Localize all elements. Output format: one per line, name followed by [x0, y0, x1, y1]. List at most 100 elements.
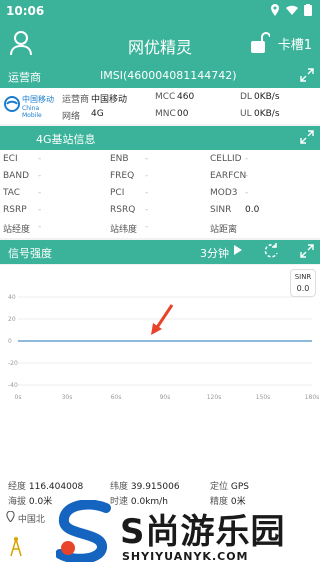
- signal-section-header: 信号强度 3分钟: [0, 240, 320, 264]
- map-pin-icon: [6, 510, 15, 525]
- mnc-key: MNC: [155, 109, 176, 119]
- lte-field-value: 0.0: [245, 205, 260, 215]
- lte-field-value: -: [245, 188, 249, 198]
- x-tick-label: 150s: [256, 394, 271, 401]
- brand-name-cn: 中国移动: [22, 95, 54, 104]
- lte-field-key: 站距离: [210, 225, 238, 235]
- lte-field-key: RSRQ: [110, 205, 136, 215]
- operator-header-label: 运营商: [8, 71, 41, 84]
- play-icon[interactable]: [233, 244, 243, 259]
- lte-field-value: -: [145, 205, 149, 215]
- mnc-value: 00: [177, 109, 189, 119]
- battery-icon: [304, 4, 312, 19]
- lte-field-value: -: [38, 205, 42, 215]
- signal-tower-icon: [8, 535, 24, 561]
- signal-chart: 40 20 0 -20 -40 0s 30s 60s 90s 120s 150s 180s SINR …: [0, 265, 320, 475]
- lat-value: 39.915006: [130, 482, 180, 492]
- signal-header-label: 信号强度: [8, 247, 52, 260]
- red-arrow-annotation: [151, 304, 174, 335]
- brand-name-en: China Mobile: [22, 105, 42, 119]
- watermark-logo-icon: [56, 500, 111, 562]
- app-title: 网优精灵: [127, 38, 192, 57]
- expand-icon[interactable]: [300, 68, 314, 85]
- network-value: 4G: [91, 109, 104, 119]
- duration-selector[interactable]: 3分钟: [200, 245, 229, 261]
- expand-icon[interactable]: [300, 244, 314, 261]
- location-icon: [270, 4, 280, 19]
- lte-field-value: -: [245, 171, 249, 181]
- y-tick-label: 40: [8, 294, 16, 301]
- mcc-key: MCC: [155, 92, 176, 102]
- lte-field-key: ENB: [110, 154, 129, 164]
- lte-field-key: TAC: [3, 188, 21, 198]
- sim-slot-selector[interactable]: 卡槽1: [278, 34, 312, 53]
- operator-panel: 中国移动 China Mobile 运营商 中国移动 网络 4G MCC 460…: [0, 88, 320, 124]
- app-bar: 网优精灵 卡槽1: [0, 24, 320, 64]
- x-tick-label: 60s: [111, 394, 122, 401]
- refresh-icon[interactable]: [262, 242, 280, 263]
- alt-key: 海拔: [8, 497, 27, 507]
- lte-panel: ECI - ENB - CELLID - BAND - FREQ - EARFCN - TAC - PCI -…: [0, 150, 320, 238]
- operator-key: 运营商: [62, 95, 90, 105]
- dl-value: 0KB/s: [254, 92, 280, 102]
- x-tick-label: 180s: [305, 394, 320, 401]
- sinr-legend: SINR 0.0: [290, 269, 316, 297]
- operator-section-header: 运营商 IMSI(460004081144742): [0, 64, 320, 88]
- lte-field-value: -: [145, 171, 149, 181]
- lte-field-key: PCI: [110, 188, 125, 198]
- lte-field-value: -: [38, 188, 42, 198]
- lte-field-value: -: [38, 154, 42, 164]
- sinr-legend-value: 0.0: [296, 284, 310, 293]
- x-tick-label: 0s: [15, 394, 22, 401]
- lte-field-key: EARFCN: [210, 171, 247, 181]
- x-tick-label: 120s: [207, 394, 222, 401]
- lte-field-value: -: [145, 222, 149, 232]
- lte-field-value: -: [38, 171, 42, 181]
- y-tick-label: 0: [8, 338, 12, 345]
- x-tick-label: 30s: [62, 394, 73, 401]
- status-time: 10:06: [6, 4, 45, 18]
- lte-field-key: CELLID: [210, 154, 242, 164]
- sinr-legend-label: SINR: [294, 273, 312, 281]
- ul-value: 0KB/s: [254, 109, 280, 119]
- lte-field-key: SINR: [210, 205, 232, 215]
- lte-field-key: 站纬度: [110, 225, 138, 235]
- lte-field-value: -: [145, 188, 149, 198]
- lte-field-key: 站经度: [3, 225, 31, 235]
- signal-chart-svg: 40 20 0 -20 -40 0s 30s 60s 90s 120s 150s 180s: [8, 294, 320, 401]
- y-tick-label: 20: [8, 316, 16, 323]
- lte-field-key: BAND: [3, 171, 29, 181]
- mcc-value: 460: [177, 92, 195, 102]
- lon-value: 116.404008: [28, 482, 84, 492]
- lte-field-value: -: [145, 154, 149, 164]
- unlock-icon[interactable]: [250, 32, 271, 58]
- expand-icon[interactable]: [300, 130, 314, 147]
- lte-field-value: -: [245, 154, 249, 164]
- imsi-label: IMSI(460004081144742): [100, 69, 237, 82]
- ul-key: UL: [240, 109, 252, 119]
- x-tick-label: 90s: [160, 394, 171, 401]
- lte-section-header: 4G基站信息: [0, 126, 320, 150]
- y-tick-label: -20: [8, 360, 18, 367]
- lat-key: 纬度: [110, 482, 129, 492]
- watermark: S尚游乐园 SHYIYUANYK.COM: [50, 498, 320, 568]
- alt-value: 0.0米: [28, 497, 53, 507]
- loc-value: GPS: [230, 482, 250, 492]
- network-key: 网络: [62, 112, 81, 122]
- watermark-subtext: SHYIYUANYK.COM: [122, 550, 249, 563]
- lte-header-label: 4G基站信息: [36, 133, 96, 146]
- lte-field-key: ECI: [3, 154, 18, 164]
- dl-key: DL: [240, 92, 252, 102]
- lte-field-key: MOD3: [210, 188, 238, 198]
- lte-field-key: FREQ: [110, 171, 135, 181]
- lon-key: 经度: [8, 482, 27, 492]
- operator-value: 中国移动: [91, 95, 128, 105]
- address-value: 中国北: [17, 515, 45, 525]
- lte-field-key: RSRP: [3, 205, 27, 215]
- status-bar: 10:06: [0, 0, 320, 24]
- wifi-icon: [286, 4, 298, 19]
- loc-key: 定位: [210, 482, 229, 492]
- china-mobile-logo: 中国移动 China Mobile: [4, 94, 58, 119]
- watermark-text: S尚游乐园: [120, 512, 286, 552]
- lte-field-value: -: [38, 222, 42, 232]
